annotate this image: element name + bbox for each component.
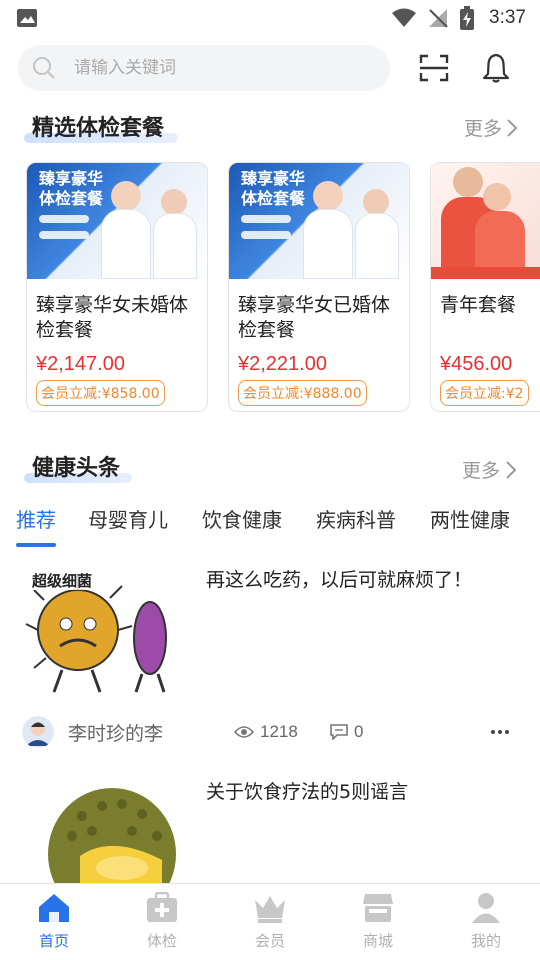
package-image	[431, 163, 540, 279]
image-text: 体检套餐	[39, 189, 104, 208]
view-count-value: 1218	[260, 722, 298, 741]
article-thumbnail: 超级细菌	[22, 564, 184, 700]
thumbnail-caption: 超级细菌	[31, 572, 92, 590]
section-title: 精选体检套餐	[32, 116, 165, 141]
package-card[interactable]: 青年套餐 ¥456.00 会员立减:¥2	[430, 162, 540, 412]
search-input[interactable]	[74, 58, 354, 78]
comment-count[interactable]: 0	[330, 722, 363, 742]
tab-sexual-health[interactable]: 两性健康	[430, 504, 510, 533]
store-icon	[363, 894, 393, 922]
image-text: 体检套餐	[241, 189, 306, 208]
nav-profile[interactable]: 我的	[446, 892, 526, 951]
nurse-figure	[161, 189, 187, 215]
avatar[interactable]	[22, 716, 54, 748]
section-title: 健康头条	[32, 456, 121, 481]
chevron-right-icon	[507, 118, 518, 137]
tab-disease-science[interactable]: 疾病科普	[316, 504, 396, 533]
article-title[interactable]: 再这么吃药，以后可就麻烦了！	[206, 566, 516, 594]
comment-icon	[330, 724, 348, 740]
gallery-notification-icon	[17, 9, 37, 27]
chevron-right-icon	[506, 460, 517, 479]
more-options-icon[interactable]	[490, 722, 510, 742]
person-figure	[453, 167, 483, 197]
tab-maternal-infant[interactable]: 母婴育儿	[88, 504, 168, 533]
nav-checkup[interactable]: 体检	[122, 892, 202, 951]
nav-label: 体检	[146, 932, 177, 950]
package-name: 青年套餐	[440, 294, 517, 316]
package-image: 臻享豪华 体检套餐	[27, 163, 207, 279]
packages-more-link[interactable]: 更多	[464, 114, 518, 141]
news-more-link[interactable]: 更多	[462, 456, 518, 483]
nav-label: 首页	[38, 932, 69, 950]
article-meta: 李时珍的李 1218 0	[22, 712, 518, 752]
doctor-figure	[313, 181, 343, 211]
nurse-figure	[363, 189, 389, 215]
author-name[interactable]: 李时珍的李	[68, 719, 208, 746]
news-category-tabs: 推荐 母婴育儿 饮食健康 疾病科普 两性健康	[0, 500, 540, 550]
comment-count-value: 0	[354, 722, 364, 741]
scan-icon[interactable]	[418, 52, 450, 84]
package-image: 臻享豪华 体检套餐	[229, 163, 409, 279]
doctor-figure	[111, 181, 141, 211]
image-text: 臻享豪华	[241, 169, 306, 188]
status-bar: 3:37	[0, 0, 540, 36]
search-box[interactable]	[18, 45, 390, 91]
article-thumbnail	[22, 776, 184, 883]
member-discount-badge: 会员立减:¥888.00	[238, 380, 367, 406]
news-section-header: 健康头条 更多	[0, 446, 540, 486]
user-icon	[472, 893, 500, 923]
more-label: 更多	[461, 460, 500, 482]
tab-recommended[interactable]: 推荐	[16, 504, 56, 533]
package-card[interactable]: 臻享豪华 体检套餐 臻享豪华女已婚体检套餐 ¥2,221.00 会员立减:¥88…	[228, 162, 410, 412]
no-signal-icon	[429, 9, 448, 28]
package-name: 臻享豪华女未婚体检套餐	[36, 294, 189, 341]
article-title[interactable]: 关于饮食疗法的5则谣言	[206, 778, 516, 806]
tab-diet-health[interactable]: 饮食健康	[202, 504, 282, 533]
nav-home[interactable]: 首页	[14, 892, 94, 951]
nav-membership[interactable]: 会员	[230, 892, 310, 951]
nav-store[interactable]: 商城	[338, 892, 418, 951]
view-count: 1218	[234, 722, 324, 742]
bell-icon[interactable]	[480, 52, 512, 84]
nav-label: 商城	[362, 932, 393, 950]
member-discount-badge: 会员立减:¥858.00	[36, 380, 165, 406]
bottom-navigation: 首页 体检 会员 商城 我的	[0, 883, 540, 960]
package-carousel[interactable]: 臻享豪华 体检套餐 臻享豪华女未婚体检套餐 ¥2,147.00 会员立减:¥85…	[24, 162, 540, 414]
search-icon	[33, 57, 55, 79]
package-price: ¥456.00	[440, 353, 513, 375]
nav-label: 我的	[470, 932, 501, 950]
member-discount-badge: 会员立减:¥2	[440, 380, 529, 406]
package-price: ¥2,147.00	[36, 353, 125, 375]
image-text: 臻享豪华	[39, 169, 104, 188]
person-figure	[483, 183, 511, 211]
more-label: 更多	[463, 118, 502, 140]
package-name: 臻享豪华女已婚体检套餐	[238, 294, 391, 341]
packages-section-header: 精选体检套餐 更多	[0, 106, 540, 146]
crown-icon	[255, 896, 285, 923]
clock: 3:37	[489, 7, 526, 28]
medical-kit-icon	[147, 892, 177, 922]
durian-image	[22, 776, 184, 883]
package-price: ¥2,221.00	[238, 353, 327, 375]
package-card[interactable]: 臻享豪华 体检套餐 臻享豪华女未婚体检套餐 ¥2,147.00 会员立减:¥85…	[26, 162, 208, 412]
search-row	[18, 44, 530, 92]
battery-charging-icon	[460, 6, 475, 30]
eye-icon	[234, 726, 254, 738]
superbug-cartoon: 超级细菌	[22, 564, 184, 700]
wifi-icon	[392, 8, 417, 27]
nav-label: 会员	[254, 932, 285, 950]
home-icon	[39, 894, 69, 922]
active-tab-indicator	[16, 543, 56, 547]
